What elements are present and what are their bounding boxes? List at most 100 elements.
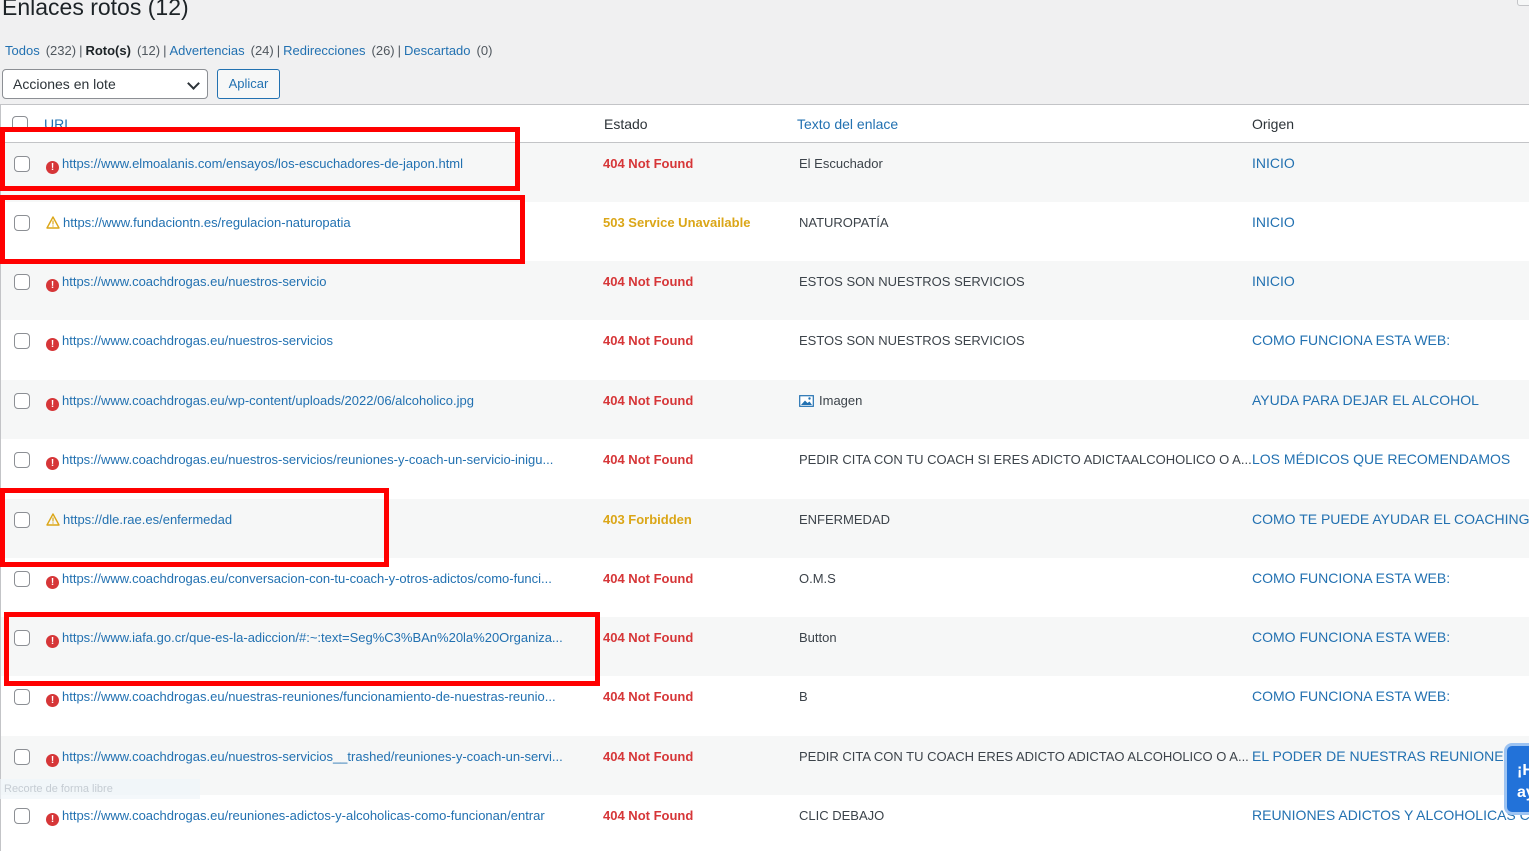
row-url-link[interactable]: ! https://www.coachdrogas.eu/nuestros-ser… xyxy=(46,452,553,470)
row-link-text-value: ESTOS SON NUESTROS SERVICIOS xyxy=(799,333,1025,348)
row-source-link[interactable]: COMO FUNCIONA ESTA WEB: xyxy=(1252,570,1450,586)
row-url-text: https://www.fundaciontn.es/regulacion-na… xyxy=(63,215,351,230)
error-icon: ! xyxy=(46,632,59,648)
row-source-link[interactable]: EL PODER DE NUESTRAS REUNIONES xyxy=(1252,748,1513,764)
row-checkbox[interactable] xyxy=(14,215,30,231)
row-url-text: https://www.coachdrogas.eu/nuestros-serv… xyxy=(62,274,327,289)
filter-count: (0) xyxy=(476,43,493,58)
row-checkbox[interactable] xyxy=(14,749,30,765)
error-icon: ! xyxy=(46,751,59,767)
row-url-link[interactable]: ! https://www.coachdrogas.eu/nuestros-ser… xyxy=(46,333,333,351)
row-url-link[interactable]: https://www.fundaciontn.es/regulacion-na… xyxy=(46,215,351,232)
chevron-down-icon xyxy=(187,77,200,90)
row-status: 404 Not Found xyxy=(603,689,694,704)
row-url-text: https://www.coachdrogas.eu/nuestros-serv… xyxy=(62,333,333,348)
row-url-link[interactable]: ! https://www.elmoalanis.com/ensayos/los-… xyxy=(46,156,463,174)
warning-icon xyxy=(46,513,60,529)
table-row: ! https://www.coachdrogas.eu/nuestros-ser… xyxy=(1,320,1529,379)
row-url-link[interactable]: ! https://www.coachdrogas.eu/conversacion… xyxy=(46,571,552,589)
bulk-actions-select[interactable]: Acciones en lote xyxy=(2,69,208,99)
row-source-link[interactable]: INICIO xyxy=(1252,214,1295,230)
row-url-text: https://www.coachdrogas.eu/wp-content/up… xyxy=(62,393,474,408)
table-row: ! https://www.coachdrogas.eu/nuestros-ser… xyxy=(1,736,1529,795)
apply-button[interactable]: Aplicar xyxy=(217,69,280,99)
row-source-link[interactable]: INICIO xyxy=(1252,273,1295,289)
row-link-text-value: PEDIR CITA CON TU COACH SI ERES ADICTO A… xyxy=(799,452,1252,467)
row-source-link[interactable]: COMO FUNCIONA ESTA WEB: xyxy=(1252,688,1450,704)
table-row: ! https://www.coachdrogas.eu/wp-content/u… xyxy=(1,380,1529,439)
row-checkbox[interactable] xyxy=(14,452,30,468)
chat-label: ay xyxy=(1517,784,1529,801)
warning-icon xyxy=(46,216,60,232)
error-icon: ! xyxy=(46,335,59,351)
bulk-actions-value: Acciones en lote xyxy=(13,76,116,92)
screen-options-button[interactable] xyxy=(1517,0,1529,6)
column-texto[interactable]: Texto del enlace xyxy=(797,116,898,132)
table-row: ! https://www.coachdrogas.eu/nuestros-ser… xyxy=(1,439,1529,498)
row-source-link[interactable]: INICIO xyxy=(1252,155,1295,171)
row-checkbox[interactable] xyxy=(14,333,30,349)
filter-advertencias[interactable]: Advertencias xyxy=(169,43,244,58)
snip-watermark: Recorte de forma libre xyxy=(0,779,200,799)
row-url-link[interactable]: ! https://www.coachdrogas.eu/reuniones-ad… xyxy=(46,808,545,826)
row-link-text: ESTOS SON NUESTROS SERVICIOS xyxy=(799,274,1025,289)
row-source-link[interactable]: LOS MÉDICOS QUE RECOMENDAMOS xyxy=(1252,451,1510,467)
table-row: ! https://www.coachdrogas.eu/conversacion… xyxy=(1,558,1529,617)
row-status: 404 Not Found xyxy=(603,808,694,823)
row-link-text: Imagen xyxy=(799,393,862,410)
row-url-text: https://www.coachdrogas.eu/nuestros-serv… xyxy=(62,749,563,764)
row-checkbox[interactable] xyxy=(14,393,30,409)
error-icon: ! xyxy=(46,810,59,826)
row-checkbox[interactable] xyxy=(14,571,30,587)
column-url[interactable]: URL xyxy=(44,116,72,132)
column-origen: Origen xyxy=(1252,116,1295,132)
row-link-text: NATUROPATÍA xyxy=(799,215,889,230)
error-icon: ! xyxy=(46,573,59,589)
row-source-link[interactable]: COMO FUNCIONA ESTA WEB: xyxy=(1252,629,1450,645)
row-checkbox[interactable] xyxy=(14,689,30,705)
row-status: 404 Not Found xyxy=(603,452,694,467)
row-url-text: https://www.iafa.go.cr/que-es-la-adiccio… xyxy=(62,630,563,645)
row-checkbox[interactable] xyxy=(14,274,30,290)
row-checkbox[interactable] xyxy=(14,156,30,172)
row-url-link[interactable]: ! https://www.coachdrogas.eu/nuestras-reu… xyxy=(46,689,556,707)
row-link-text-value: El Escuchador xyxy=(799,156,883,171)
error-icon: ! xyxy=(46,158,59,174)
row-link-text-value: PEDIR CITA CON TU COACH ERES ADICTO ADIC… xyxy=(799,749,1249,764)
row-url-link[interactable]: https://dle.rae.es/enfermedad xyxy=(46,512,232,529)
select-all-checkbox[interactable] xyxy=(12,116,28,132)
row-source-link[interactable]: REUNIONES ADICTOS Y ALCOHOLICAS C xyxy=(1252,807,1529,823)
filter-separator: | xyxy=(397,43,402,58)
row-url-link[interactable]: ! https://www.iafa.go.cr/que-es-la-adicci… xyxy=(46,630,563,648)
row-source-link[interactable]: AYUDA PARA DEJAR EL ALCOHOL xyxy=(1252,392,1479,408)
row-url-link[interactable]: ! https://www.coachdrogas.eu/wp-content/u… xyxy=(46,393,474,411)
row-link-text-value: ENFERMEDAD xyxy=(799,512,891,527)
filter-todos[interactable]: Todos xyxy=(5,43,40,58)
row-source-link[interactable]: COMO TE PUEDE AYUDAR EL COACHING A xyxy=(1252,511,1529,527)
filter-separator: | xyxy=(163,43,167,58)
filter-count: (232) xyxy=(45,43,77,58)
page-title: Enlaces rotos (12) xyxy=(2,0,189,20)
row-url-link[interactable]: ! https://www.coachdrogas.eu/nuestros-ser… xyxy=(46,274,326,292)
row-source-link[interactable]: COMO FUNCIONA ESTA WEB: xyxy=(1252,332,1450,348)
chat-widget-button[interactable]: ¡H ay xyxy=(1504,743,1529,815)
filter-rotos[interactable]: Roto(s) xyxy=(85,43,131,58)
row-status: 404 Not Found xyxy=(603,393,694,408)
row-status: 404 Not Found xyxy=(603,333,694,348)
row-status: 404 Not Found xyxy=(603,749,694,764)
filter-redirecciones[interactable]: Redirecciones xyxy=(283,43,365,58)
table-row: https://dle.rae.es/enfermedad 403 Forbidd… xyxy=(1,499,1529,558)
row-url-text: https://www.coachdrogas.eu/nuestras-reun… xyxy=(62,689,556,704)
row-link-text: ENFERMEDAD xyxy=(799,512,890,527)
filter-count: (26) xyxy=(371,43,395,58)
row-checkbox[interactable] xyxy=(14,512,30,528)
filter-descartado[interactable]: Descartado xyxy=(404,43,470,58)
row-link-text: O.M.S xyxy=(799,571,836,586)
row-url-link[interactable]: ! https://www.coachdrogas.eu/nuestros-ser… xyxy=(46,749,563,767)
table-row: ! https://www.iafa.go.cr/que-es-la-adicci… xyxy=(1,617,1529,676)
row-url-text: https://www.coachdrogas.eu/conversacion-… xyxy=(62,571,552,586)
row-link-text-value: CLIC DEBAJO xyxy=(799,808,885,823)
error-icon: ! xyxy=(46,395,59,411)
row-checkbox[interactable] xyxy=(14,808,30,824)
row-checkbox[interactable] xyxy=(14,630,30,646)
